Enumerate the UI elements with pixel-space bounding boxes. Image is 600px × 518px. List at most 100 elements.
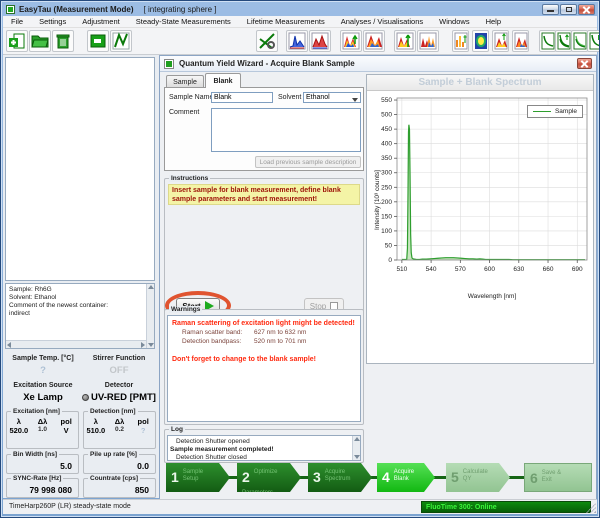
colormap-icon[interactable] xyxy=(472,30,489,52)
wizard-close-button[interactable] xyxy=(577,58,592,69)
excitation-pol-value: V xyxy=(54,426,78,435)
wizard-title-bar: Quantum Yield Wizard - Acquire Blank Sam… xyxy=(160,56,596,72)
log-title: Log xyxy=(169,426,185,433)
solvent-select[interactable]: Ethanol xyxy=(303,92,361,103)
sample-temp-label: Sample Temp. [°C] xyxy=(5,355,81,362)
decay-multi-icon[interactable] xyxy=(587,30,600,52)
step-sample-setup[interactable]: 1Sample Setup xyxy=(166,463,230,492)
status-detector-mode: TimeHarp260P (LR) steady-state mode xyxy=(9,503,131,510)
menu-windows[interactable]: Windows xyxy=(431,16,477,27)
pol-header: pol xyxy=(131,417,155,426)
menu-steady-state[interactable]: Steady-State Measurements xyxy=(128,16,239,27)
step-optimize-parameters[interactable]: 2Optimize Parameters xyxy=(237,463,301,492)
svg-text:0: 0 xyxy=(388,257,392,264)
new-measurement-icon[interactable] xyxy=(6,30,28,52)
pileup-label: Pile up rate [%] xyxy=(88,451,139,458)
multi-spectrum-icon[interactable] xyxy=(417,30,439,52)
title-bar: EasyTau (Measurement Mode) [ integrating… xyxy=(3,3,597,16)
maximize-button[interactable] xyxy=(560,4,577,15)
kinetics-spectrum-icon[interactable] xyxy=(492,30,509,52)
step-acquire-spectrum[interactable]: 3Acquire Spectrum xyxy=(308,463,372,492)
menu-file[interactable]: File xyxy=(3,16,31,27)
menu-help[interactable]: Help xyxy=(478,16,509,27)
svg-text:500: 500 xyxy=(381,112,392,119)
instructions-title: Instructions xyxy=(169,175,210,182)
comment-textarea[interactable] xyxy=(211,108,361,152)
measurement-tools-icon[interactable] xyxy=(256,30,278,52)
detection-group-title: Detection [nm] xyxy=(88,408,138,415)
detection-groupbox: Detection [nm] λ Δλ pol 510.0 0.2 ? xyxy=(83,411,156,449)
sample-name-input[interactable]: Blank xyxy=(211,92,273,103)
bin-width-groupbox: Bin Width [ns] 5.0 xyxy=(6,454,79,474)
resize-grip[interactable] xyxy=(586,503,596,513)
load-previous-sample-button[interactable]: Load previous sample description xyxy=(255,156,361,168)
file-list-panel[interactable] xyxy=(5,57,155,281)
close-button[interactable] xyxy=(578,4,595,15)
svg-text:600: 600 xyxy=(484,266,495,273)
stirrer-value: OFF xyxy=(81,365,157,376)
delta-lambda-header: Δλ xyxy=(31,417,55,426)
excitation-group-title: Excitation [nm] xyxy=(11,408,62,415)
legend-line-sample xyxy=(533,111,551,112)
menu-analyses[interactable]: Analyses / Visualisations xyxy=(333,16,431,27)
delta-lambda-header: Δλ xyxy=(108,417,132,426)
decay-scan-icon[interactable] xyxy=(571,30,588,52)
decay-single-icon[interactable] xyxy=(539,30,556,52)
bin-width-value: 5.0 xyxy=(60,461,72,471)
step-save-exit[interactable]: 6Save & Exit xyxy=(524,463,592,492)
sample-compartment-icon[interactable] xyxy=(87,30,109,52)
lambda-header: λ xyxy=(7,417,31,426)
adjustment-icon[interactable] xyxy=(110,30,132,52)
time-gated-spectrum-icon[interactable] xyxy=(452,30,469,52)
sync-rate-value: 79 998 080 xyxy=(29,485,72,495)
comment-label: Comment xyxy=(169,109,199,116)
emission-spectrum-icon[interactable] xyxy=(309,30,331,52)
svg-text:450: 450 xyxy=(381,126,392,133)
scroll-left-icon xyxy=(7,342,11,348)
delete-icon[interactable] xyxy=(52,30,74,52)
excitation-lambda-value: 520.0 xyxy=(7,426,31,435)
vertical-scrollbar[interactable] xyxy=(146,284,154,348)
warning-detection-bandpass: Detection bandpass:520 nm to 701 nm xyxy=(172,337,356,346)
excitation-source-value: Xe Lamp xyxy=(5,392,81,403)
svg-text:300: 300 xyxy=(381,170,392,177)
menu-adjustment[interactable]: Adjustment xyxy=(74,16,128,27)
svg-text:540: 540 xyxy=(426,266,437,273)
step-acquire-blank[interactable]: 4Acquire Blank xyxy=(377,463,435,492)
svg-text:510: 510 xyxy=(396,266,407,273)
kinetics-series-icon[interactable] xyxy=(512,30,529,52)
sample-description-box[interactable]: Sample: Rh6G Solvent: Ethanol Comment of… xyxy=(5,283,155,349)
log-scrollbar[interactable] xyxy=(352,436,360,460)
toolbar xyxy=(3,28,597,55)
pileup-groupbox: Pile up rate [%] 0.0 xyxy=(83,454,156,474)
horizontal-scrollbar[interactable] xyxy=(6,340,146,348)
svg-text:400: 400 xyxy=(381,141,392,148)
excitation-scan-color-icon[interactable] xyxy=(340,30,362,52)
svg-text:150: 150 xyxy=(381,213,392,220)
excitation-spectrum-icon[interactable] xyxy=(286,30,308,52)
synchronous-scan-icon[interactable] xyxy=(394,30,416,52)
emission-scan-color-icon[interactable] xyxy=(363,30,385,52)
log-box[interactable]: Detection Shutter opened Sample measurem… xyxy=(167,435,361,461)
sync-rate-groupbox: SYNC-Rate [Hz] 79 998 080 xyxy=(6,478,79,498)
window-mode-suffix: [ integrating sphere ] xyxy=(144,5,217,14)
svg-text:690: 690 xyxy=(572,266,583,273)
spectrum-panel-title: Sample + Blank Spectrum xyxy=(367,75,593,91)
pileup-value: 0.0 xyxy=(137,461,149,471)
svg-text:570: 570 xyxy=(455,266,466,273)
minimize-button[interactable] xyxy=(542,4,559,15)
log-line: Sample measurement completed! xyxy=(170,446,350,454)
solvent-label: Solvent xyxy=(278,94,301,101)
excitation-delta-value: 1.0 xyxy=(31,426,55,435)
dropdown-arrow-icon[interactable] xyxy=(350,95,359,104)
minimize-icon xyxy=(547,10,554,12)
tab-blank[interactable]: Blank xyxy=(205,73,241,88)
decay-series-icon[interactable] xyxy=(555,30,572,52)
menu-settings[interactable]: Settings xyxy=(31,16,74,27)
scroll-down-icon xyxy=(148,343,154,347)
open-file-icon[interactable] xyxy=(29,30,51,52)
detector-status-dot xyxy=(82,394,89,401)
svg-text:50: 50 xyxy=(385,242,393,249)
menu-lifetime[interactable]: Lifetime Measurements xyxy=(239,16,333,27)
step-calculate-qy[interactable]: 5Calculate QY xyxy=(446,463,510,492)
